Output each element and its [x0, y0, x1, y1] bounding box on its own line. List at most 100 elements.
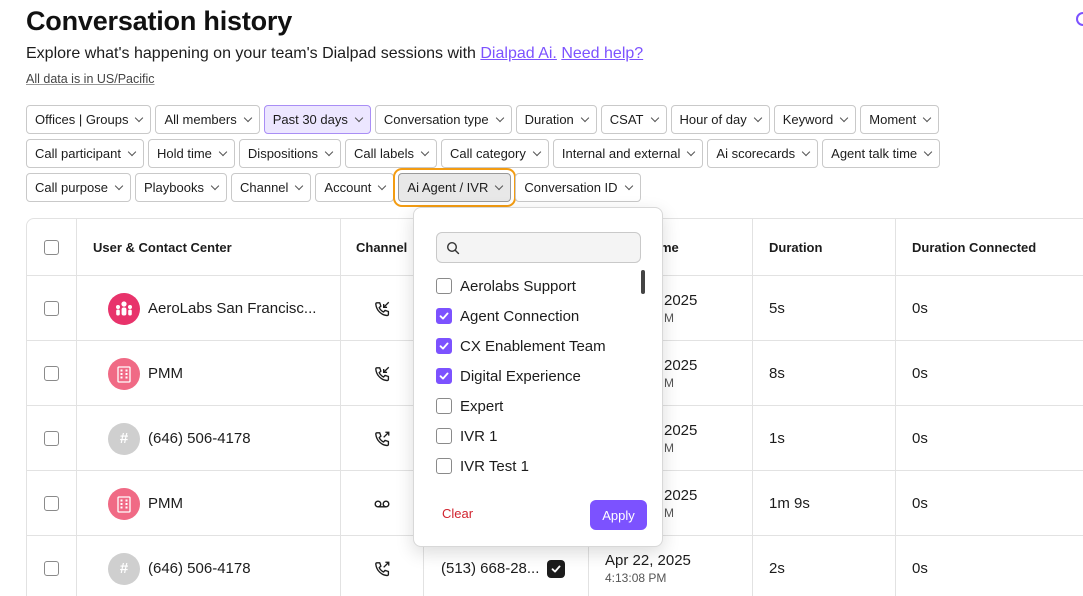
- chevron-down-icon: [650, 113, 659, 122]
- checkbox-unchecked[interactable]: [436, 458, 452, 474]
- row-checkbox[interactable]: [44, 561, 59, 576]
- checkmark-icon: [439, 342, 449, 350]
- option-ivr-test-1[interactable]: IVR Test 1: [436, 451, 529, 481]
- team-icon: [108, 292, 140, 325]
- option-expert[interactable]: Expert: [436, 391, 503, 421]
- date: 2025: [664, 422, 698, 439]
- filter-playbooks[interactable]: Playbooks: [135, 173, 227, 202]
- filter-call-category[interactable]: Call category: [441, 139, 549, 168]
- time: 4:13:08 PM: [605, 571, 667, 585]
- filter-row-2: Call participant Hold time Dispositions Cal…: [26, 139, 1083, 168]
- option-label: Digital Experience: [460, 367, 581, 385]
- filter-ai-agent-ivr[interactable]: Ai Agent / IVR: [398, 173, 512, 202]
- dropdown-search-input[interactable]: [466, 239, 636, 256]
- outgoing-call-icon: [373, 430, 391, 448]
- dropdown-search[interactable]: [436, 232, 641, 263]
- filter-label: Call category: [450, 146, 526, 161]
- user-name[interactable]: PMM: [148, 365, 183, 382]
- building-icon: [108, 357, 140, 390]
- user-name[interactable]: (646) 506-4178: [148, 560, 251, 577]
- row-checkbox[interactable]: [44, 496, 59, 511]
- filter-keyword[interactable]: Keyword: [773, 105, 857, 134]
- chevron-down-icon: [243, 113, 252, 122]
- contact-number[interactable]: (513) 668-28...: [441, 560, 539, 577]
- checkbox-unchecked[interactable]: [436, 428, 452, 444]
- filter-dispositions[interactable]: Dispositions: [238, 139, 342, 168]
- chevron-down-icon: [324, 147, 334, 156]
- chevron-down-icon: [210, 181, 220, 190]
- chevron-down-icon: [687, 147, 696, 156]
- filter-call-participant[interactable]: Call participant: [26, 139, 144, 168]
- filter-call-purpose[interactable]: Call purpose: [26, 173, 131, 202]
- checkbox-checked[interactable]: [436, 308, 452, 324]
- filter-hour-of-day[interactable]: Hour of day: [670, 105, 770, 134]
- filter-internal-and-external[interactable]: Internal and external: [552, 139, 704, 168]
- user-name[interactable]: AeroLabs San Francisc...: [148, 300, 316, 317]
- time: M: [664, 376, 674, 390]
- date: Apr 22, 2025: [605, 552, 691, 569]
- user-name[interactable]: (646) 506-4178: [148, 430, 251, 447]
- filter-label: Conversation type: [383, 112, 489, 127]
- dropdown-scrollbar[interactable]: [641, 270, 645, 294]
- filter-label: Call purpose: [35, 180, 108, 195]
- row-checkbox[interactable]: [44, 301, 59, 316]
- chevron-down-icon: [923, 147, 933, 156]
- option-digital-experience[interactable]: Digital Experience: [436, 361, 581, 391]
- checkbox-checked[interactable]: [436, 338, 452, 354]
- need-help-link[interactable]: Need help?: [561, 45, 643, 62]
- filter-ai-scorecards[interactable]: Ai scorecards: [707, 139, 819, 168]
- filter-label: Agent talk time: [831, 146, 918, 161]
- filter-past-30-days[interactable]: Past 30 days: [263, 105, 371, 134]
- checkmark-icon: [439, 372, 449, 380]
- duration-connected-value: 0s: [912, 365, 928, 382]
- column-header-channel[interactable]: Channel: [356, 219, 407, 276]
- option-label: Agent Connection: [460, 307, 580, 325]
- voicemail-icon: [373, 495, 391, 513]
- filter-call-labels[interactable]: Call labels: [345, 139, 437, 168]
- user-name[interactable]: PMM: [148, 495, 183, 512]
- filter-conversation-type[interactable]: Conversation type: [374, 105, 512, 134]
- filter-row-1: Offices | Groups All members Past 30 days C…: [26, 105, 1083, 134]
- checkbox-unchecked[interactable]: [436, 278, 452, 294]
- column-header-duration-connected[interactable]: Duration Connected: [912, 219, 1036, 276]
- column-header-user[interactable]: User & Contact Center: [93, 219, 232, 276]
- filter-label: Account: [324, 180, 372, 195]
- checkbox-unchecked[interactable]: [436, 398, 452, 414]
- chevron-down-icon: [923, 113, 932, 122]
- incoming-call-icon: [373, 365, 391, 383]
- filter-offices-groups[interactable]: Offices | Groups: [26, 105, 152, 134]
- chevron-down-icon: [354, 113, 364, 122]
- column-header-duration[interactable]: Duration: [769, 219, 822, 276]
- filter-hold-time[interactable]: Hold time: [148, 139, 235, 168]
- filter-conversation-id[interactable]: Conversation ID: [515, 173, 641, 202]
- duration-connected-value: 0s: [912, 495, 928, 512]
- option-label: Expert: [460, 397, 504, 415]
- row-checkbox[interactable]: [44, 431, 59, 446]
- select-all-checkbox[interactable]: [44, 240, 59, 255]
- filter-label: Duration: [524, 112, 574, 127]
- option-label: Aerolabs Support: [460, 277, 576, 295]
- option-aerolabs-support[interactable]: Aerolabs Support: [436, 271, 576, 301]
- help-circle-icon[interactable]: [1076, 12, 1083, 26]
- apply-button[interactable]: Apply: [590, 500, 647, 530]
- filter-account[interactable]: Account: [315, 173, 395, 202]
- filter-channel[interactable]: Channel: [230, 173, 312, 202]
- filter-all-members[interactable]: All members: [155, 105, 260, 134]
- filter-label: CSAT: [609, 112, 644, 127]
- filter-csat[interactable]: CSAT: [600, 105, 667, 134]
- option-ivr-1[interactable]: IVR 1: [436, 421, 498, 451]
- row-checkbox[interactable]: [44, 366, 59, 381]
- filter-label: All members: [164, 112, 237, 127]
- duration-value: 1m 9s: [769, 495, 810, 512]
- filter-duration[interactable]: Duration: [515, 105, 597, 134]
- filter-label: Internal and external: [561, 146, 681, 161]
- option-agent-connection[interactable]: Agent Connection: [436, 301, 579, 331]
- clear-button[interactable]: Clear: [442, 506, 473, 521]
- checkbox-checked[interactable]: [436, 368, 452, 384]
- time: M: [664, 506, 674, 520]
- filter-agent-talk-time[interactable]: Agent talk time: [822, 139, 941, 168]
- filter-moment[interactable]: Moment: [860, 105, 940, 134]
- dialpad-ai-link[interactable]: Dialpad Ai.: [480, 45, 557, 62]
- option-cx-enablement-team[interactable]: CX Enablement Team: [436, 331, 606, 361]
- filter-label: Moment: [869, 112, 917, 127]
